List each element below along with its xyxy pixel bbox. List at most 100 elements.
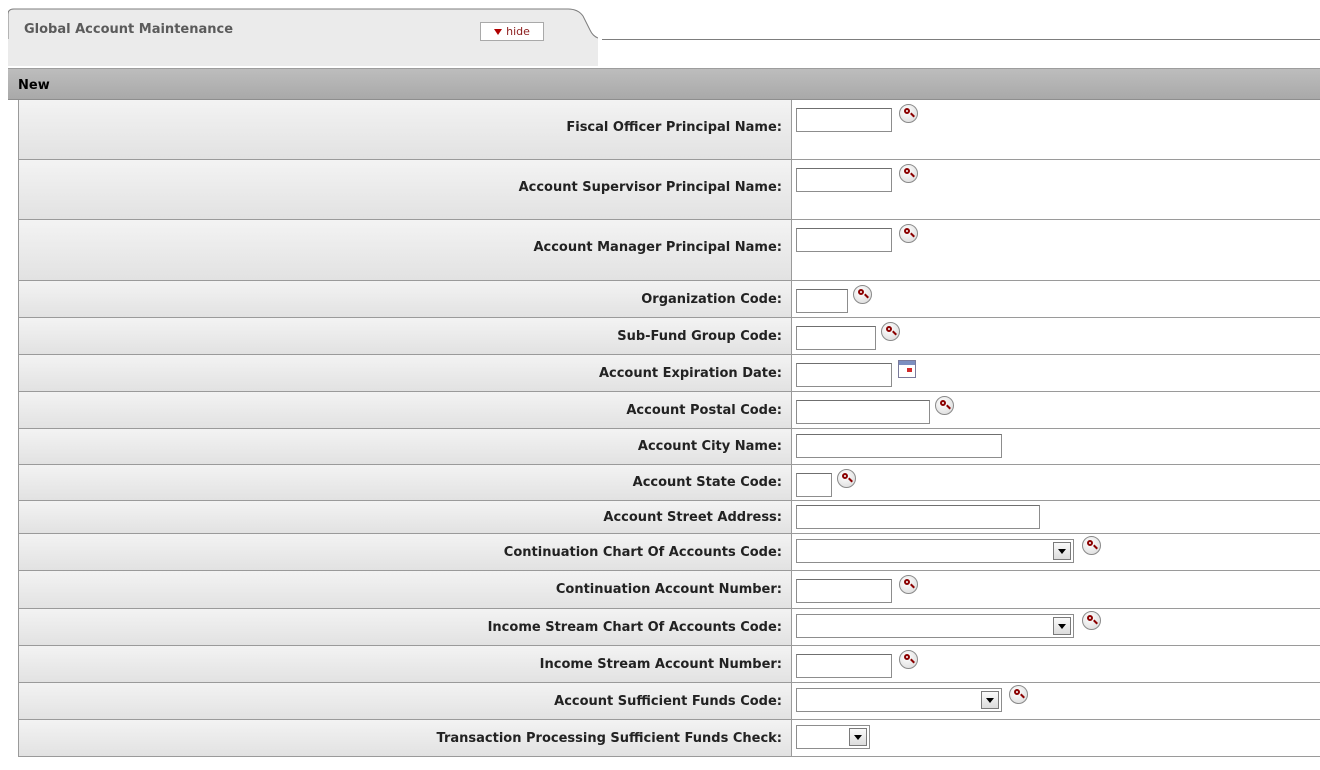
dropdown-arrow-icon xyxy=(849,728,867,746)
form-row: Transaction Processing Sufficient Funds … xyxy=(19,720,1320,757)
form-row: Account Manager Principal Name: xyxy=(19,220,1320,281)
account-sufficient-funds-code-select[interactable] xyxy=(796,688,1002,712)
field-cell xyxy=(792,100,1320,159)
dropdown-arrow-icon xyxy=(981,691,999,709)
form-row: Account Postal Code: xyxy=(19,392,1320,429)
form-row: Continuation Chart Of Accounts Code: xyxy=(19,534,1320,571)
lookup-icon[interactable] xyxy=(1082,536,1101,555)
form-row: Account Expiration Date: xyxy=(19,355,1320,392)
field-label-text: Account City Name: xyxy=(637,439,782,454)
field-cell xyxy=(792,720,1320,756)
sub-fund-group-code-input[interactable] xyxy=(796,326,876,350)
account-city-name-input[interactable] xyxy=(796,434,1002,458)
field-label: Account City Name: xyxy=(19,429,792,464)
lookup-icon[interactable] xyxy=(837,469,856,488)
field-label-text: Account Manager Principal Name: xyxy=(533,240,782,255)
field-cell xyxy=(792,392,1320,428)
field-label: Continuation Account Number: xyxy=(19,571,792,608)
continuation-account-number-input[interactable] xyxy=(796,579,892,603)
field-label: Continuation Chart Of Accounts Code: xyxy=(19,534,792,570)
field-label: Account Supervisor Principal Name: xyxy=(19,160,792,219)
field-cell xyxy=(792,501,1320,533)
field-label-text: Account State Code: xyxy=(632,475,782,490)
continuation-chart-of-accounts-code-select[interactable] xyxy=(796,539,1074,563)
field-label: Transaction Processing Sufficient Funds … xyxy=(19,720,792,756)
field-label: Income Stream Account Number: xyxy=(19,646,792,682)
field-cell xyxy=(792,465,1320,500)
section-title: New xyxy=(18,78,50,93)
dropdown-arrow-icon xyxy=(1053,617,1071,635)
income-stream-account-number-input[interactable] xyxy=(796,654,892,678)
field-label-text: Account Supervisor Principal Name: xyxy=(518,180,782,195)
field-label-text: Income Stream Chart Of Accounts Code: xyxy=(487,619,782,635)
account-state-code-input[interactable] xyxy=(796,473,832,497)
lookup-icon[interactable] xyxy=(899,575,918,594)
form-row: Account City Name: xyxy=(19,429,1320,465)
form-row: Sub-Fund Group Code: xyxy=(19,318,1320,355)
field-label-text: Organization Code: xyxy=(641,291,782,307)
field-label-text: Account Postal Code: xyxy=(626,402,782,418)
field-label-text: Account Sufficient Funds Code: xyxy=(554,693,782,709)
field-label: Account Street Address: xyxy=(19,501,792,533)
field-label: Sub-Fund Group Code: xyxy=(19,318,792,354)
form-row: Account Street Address: xyxy=(19,501,1320,534)
form-row: Account State Code: xyxy=(19,465,1320,501)
field-label: Income Stream Chart Of Accounts Code: xyxy=(19,609,792,645)
organization-code-input[interactable] xyxy=(796,289,848,313)
field-label-text: Income Stream Account Number: xyxy=(539,656,782,672)
lookup-icon[interactable] xyxy=(1082,611,1101,630)
field-label-text: Continuation Account Number: xyxy=(555,582,782,597)
form-row: Account Supervisor Principal Name: xyxy=(19,160,1320,220)
tab-divider-line xyxy=(602,39,1320,40)
field-label-text: Fiscal Officer Principal Name: xyxy=(566,120,782,135)
lookup-icon[interactable] xyxy=(881,322,900,341)
field-cell xyxy=(792,160,1320,219)
account-expiration-date-input[interactable] xyxy=(796,363,892,387)
form-row: Continuation Account Number: xyxy=(19,571,1320,609)
form-row: Income Stream Chart Of Accounts Code: xyxy=(19,609,1320,646)
account-supervisor-principal-name-input[interactable] xyxy=(796,168,892,192)
field-label-text: Account Street Address: xyxy=(603,509,782,525)
field-cell xyxy=(792,429,1320,464)
field-cell xyxy=(792,220,1320,280)
lookup-icon[interactable] xyxy=(899,224,918,243)
form-row: Account Sufficient Funds Code: xyxy=(19,683,1320,720)
calendar-icon[interactable] xyxy=(898,360,916,378)
field-label: Fiscal Officer Principal Name: xyxy=(19,100,792,159)
lookup-icon[interactable] xyxy=(899,650,918,669)
field-cell xyxy=(792,534,1320,570)
field-cell xyxy=(792,683,1320,719)
hide-button-label: hide xyxy=(506,25,530,38)
field-label: Account Manager Principal Name: xyxy=(19,220,792,280)
lookup-icon[interactable] xyxy=(853,285,872,304)
lookup-icon[interactable] xyxy=(899,164,918,183)
account-street-address-input[interactable] xyxy=(796,505,1040,529)
dropdown-arrow-icon xyxy=(1053,542,1071,560)
field-cell xyxy=(792,281,1320,317)
field-label: Organization Code: xyxy=(19,281,792,317)
field-label: Account State Code: xyxy=(19,465,792,500)
field-cell xyxy=(792,571,1320,608)
fiscal-officer-principal-name-input[interactable] xyxy=(796,108,892,132)
account-manager-principal-name-input[interactable] xyxy=(796,228,892,252)
field-label-text: Sub-Fund Group Code: xyxy=(617,328,782,344)
field-cell xyxy=(792,646,1320,682)
transaction-processing-sufficient-funds-check-select[interactable] xyxy=(796,725,870,749)
form-row: Income Stream Account Number: xyxy=(19,646,1320,683)
collapse-triangle-icon xyxy=(494,28,503,35)
field-label-text: Account Expiration Date: xyxy=(598,365,782,381)
lookup-icon[interactable] xyxy=(899,104,918,123)
tab-title: Global Account Maintenance xyxy=(24,22,234,37)
hide-button[interactable]: hide xyxy=(480,22,544,41)
lookup-icon[interactable] xyxy=(935,396,954,415)
lookup-icon[interactable] xyxy=(1009,685,1028,704)
field-cell xyxy=(792,318,1320,354)
field-cell xyxy=(792,609,1320,645)
field-label: Account Postal Code: xyxy=(19,392,792,428)
field-label: Account Expiration Date: xyxy=(19,355,792,391)
field-label-text: Transaction Processing Sufficient Funds … xyxy=(436,730,782,746)
account-postal-code-input[interactable] xyxy=(796,400,930,424)
income-stream-chart-of-accounts-code-select[interactable] xyxy=(796,614,1074,638)
form-row: Fiscal Officer Principal Name: xyxy=(19,100,1320,160)
field-cell xyxy=(792,355,1320,391)
